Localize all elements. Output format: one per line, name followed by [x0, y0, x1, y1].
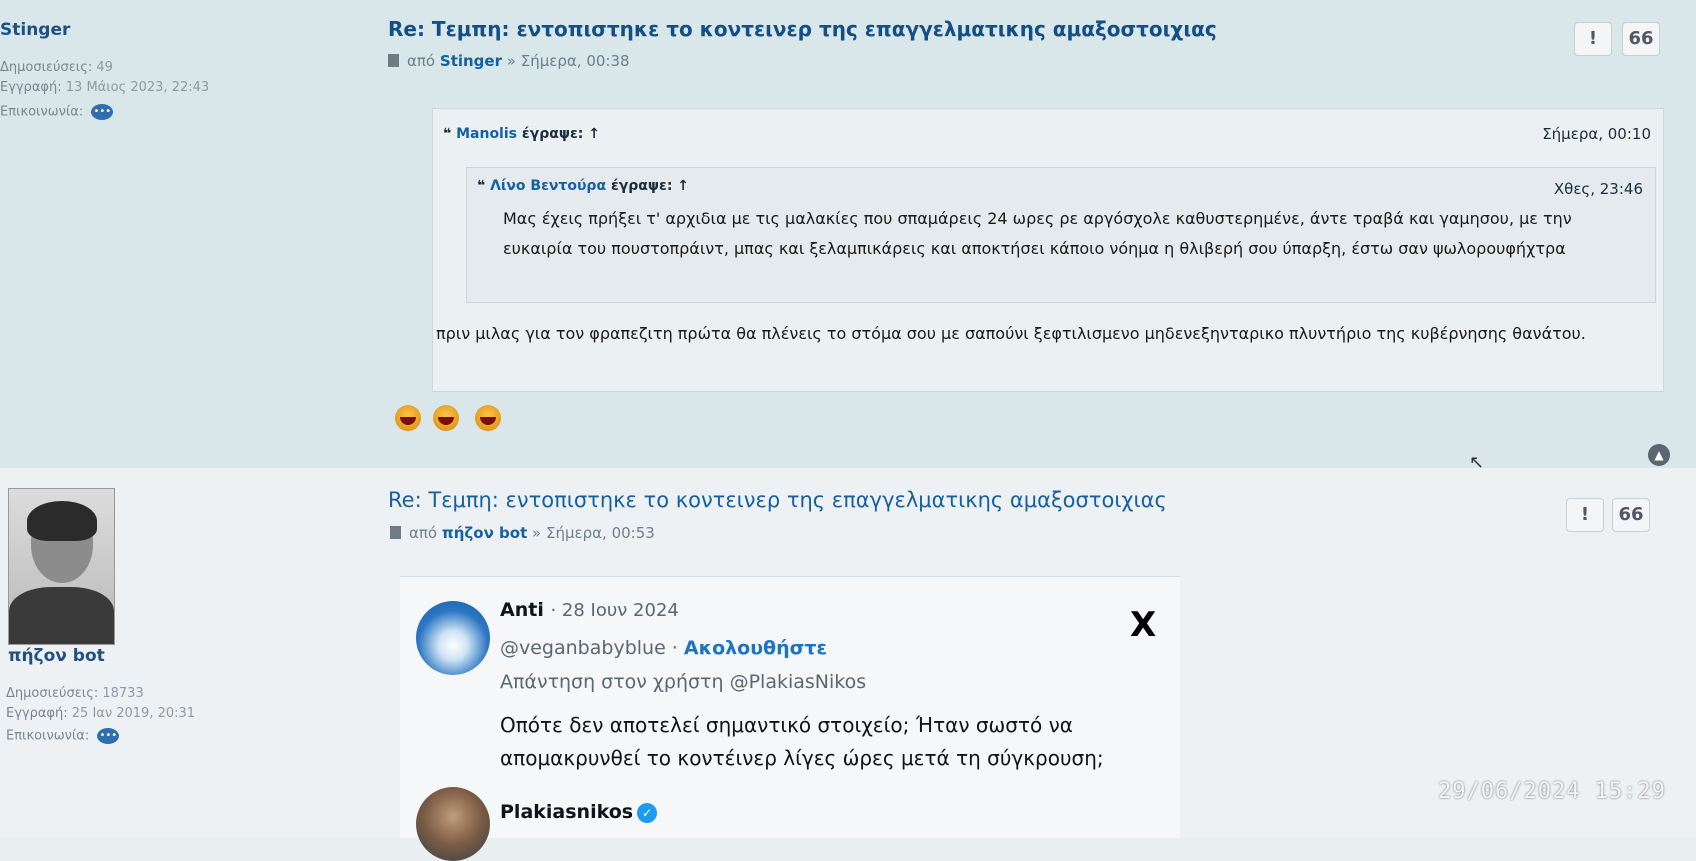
- embedded-tweet[interactable]: Anti · 28 Ιουν 2024 @veganbabyblue · Ακο…: [400, 576, 1180, 861]
- tweet-handle[interactable]: @veganbabyblue ·: [500, 637, 678, 659]
- contact-label: Επικοινωνία:: [6, 728, 90, 744]
- quote-outer-wrote: έγραψε:: [521, 126, 584, 142]
- posts-value: 18733: [102, 686, 144, 701]
- joined-label: Εγγραφή:: [6, 706, 68, 721]
- tweet-next-name[interactable]: Plakiasnikos: [500, 801, 633, 823]
- x-logo-icon[interactable]: X: [1130, 605, 1156, 645]
- report-button[interactable]: !: [1574, 22, 1612, 56]
- quote-outer-header: ❝ Manolis έγραψε: ↑: [443, 126, 600, 142]
- by-prefix: από: [407, 52, 436, 70]
- tweet-next-avatar[interactable]: [416, 787, 490, 861]
- quote-inner-wrote: έγραψε:: [610, 178, 673, 194]
- chat-bubble-icon[interactable]: •••: [91, 104, 114, 120]
- profile-posts: Δημοσιεύσεις: 18733: [6, 686, 144, 701]
- verified-badge-icon: ✓: [637, 802, 658, 823]
- post-document-icon[interactable]: [390, 526, 401, 539]
- post-title[interactable]: Re: Τεμπη: εντοπιστηκε το κοντεινερ της …: [388, 17, 1217, 41]
- byline-time: Σήμερα, 00:53: [546, 524, 655, 542]
- byline-author[interactable]: Stinger: [440, 52, 502, 70]
- posts-value: 49: [96, 60, 113, 75]
- tweet-next-author: Plakiasnikos ✓: [500, 801, 658, 823]
- chat-bubble-icon[interactable]: •••: [97, 728, 120, 744]
- contact-label: Επικοινωνία:: [0, 104, 84, 120]
- tweet-author-name[interactable]: Anti: [500, 599, 544, 621]
- posts-label: Δημοσιεύσεις:: [0, 60, 93, 75]
- profile-username[interactable]: πήζον bot: [8, 646, 105, 666]
- by-prefix: από: [409, 524, 438, 542]
- joined-value: 25 Ιαν 2019, 20:31: [71, 706, 196, 721]
- quote-inner-time: Χθες, 23:46: [1553, 180, 1643, 198]
- joined-label: Εγγραφή:: [0, 80, 62, 95]
- profile-joined: Εγγραφή: 25 Ιαν 2019, 20:31: [6, 706, 195, 721]
- quote-button[interactable]: 66: [1622, 22, 1660, 56]
- post-title[interactable]: Re: Τεμπη: εντοπιστηκε το κοντεινερ της …: [388, 488, 1167, 512]
- tweet-author-avatar[interactable]: [416, 601, 490, 675]
- quote-jump-icon[interactable]: ↑: [588, 126, 600, 142]
- quote-inner-text: Μας έχεις πρήξει τ' αρχιδια με τις μαλακ…: [503, 209, 1572, 258]
- avatar-hair: [27, 501, 97, 541]
- post-1: Stinger Δημοσιεύσεις: 49 Εγγραφή: 13 Μάι…: [0, 0, 1696, 473]
- post-reply-text: πριν μιλας για τον φραπεζιτη πρώτα θα πλ…: [436, 324, 1586, 343]
- posts-label: Δημοσιεύσεις:: [6, 686, 99, 701]
- photo-timestamp: 29/06/2024 15:29: [1438, 779, 1666, 804]
- laughing-smiley-icon: [433, 405, 459, 431]
- quote-block-inner: ❝ Λίνο Βεντούρα έγραψε: ↑ Χθες, 23:46 Μα…: [466, 167, 1656, 303]
- tweet-author: Anti · 28 Ιουν 2024: [500, 599, 679, 621]
- laughing-smiley-icon: [395, 405, 421, 431]
- back-to-top-icon[interactable]: ▲: [1648, 444, 1670, 466]
- quote-outer-time: Σήμερα, 00:10: [1542, 125, 1651, 143]
- quote-inner-author[interactable]: Λίνο Βεντούρα: [490, 178, 606, 194]
- quote-outer-author[interactable]: Manolis: [456, 126, 517, 142]
- profile-username[interactable]: Stinger: [0, 20, 70, 40]
- quote-jump-icon[interactable]: ↑: [677, 178, 689, 194]
- follow-link[interactable]: Ακολουθήστε: [684, 637, 827, 659]
- post-byline: από Stinger » Σήμερα, 00:38: [388, 52, 630, 70]
- post-byline: από πήζον bot » Σήμερα, 00:53: [390, 524, 655, 542]
- post-document-icon[interactable]: [388, 54, 399, 67]
- tweet-reply-to[interactable]: Απάντηση στον χρήστη @PlakiasNikos: [500, 671, 866, 693]
- tweet-text: Οπότε δεν αποτελεί σημαντικό στοιχείο; Ή…: [500, 713, 1104, 770]
- laughing-smiley-icon: [475, 405, 501, 431]
- quote-mark-icon: ❝: [477, 178, 486, 194]
- quote-block-outer: ❝ Manolis έγραψε: ↑ Σήμερα, 00:10 ❝ Λίνο…: [432, 108, 1664, 392]
- profile-posts: Δημοσιεύσεις: 49: [0, 60, 113, 75]
- avatar-body: [9, 587, 114, 644]
- byline-time: Σήμερα, 00:38: [520, 52, 630, 70]
- profile-contact: Επικοινωνία: •••: [0, 104, 114, 120]
- profile-joined: Εγγραφή: 13 Μάιος 2023, 22:43: [0, 80, 209, 95]
- tweet-handle-row: @veganbabyblue · Ακολουθήστε: [500, 637, 827, 659]
- report-button[interactable]: !: [1566, 498, 1604, 532]
- quote-mark-icon: ❝: [443, 126, 452, 142]
- byline-separator: »: [532, 524, 542, 542]
- quote-inner-header: ❝ Λίνο Βεντούρα έγραψε: ↑: [477, 178, 689, 194]
- avatar[interactable]: [8, 488, 115, 645]
- byline-separator: »: [506, 52, 516, 70]
- joined-value: 13 Μάιος 2023, 22:43: [65, 80, 210, 95]
- quote-button[interactable]: 66: [1612, 498, 1650, 532]
- profile-contact: Επικοινωνία: •••: [6, 728, 120, 744]
- byline-author[interactable]: πήζον bot: [442, 524, 527, 542]
- tweet-date[interactable]: · 28 Ιουν 2024: [550, 600, 678, 621]
